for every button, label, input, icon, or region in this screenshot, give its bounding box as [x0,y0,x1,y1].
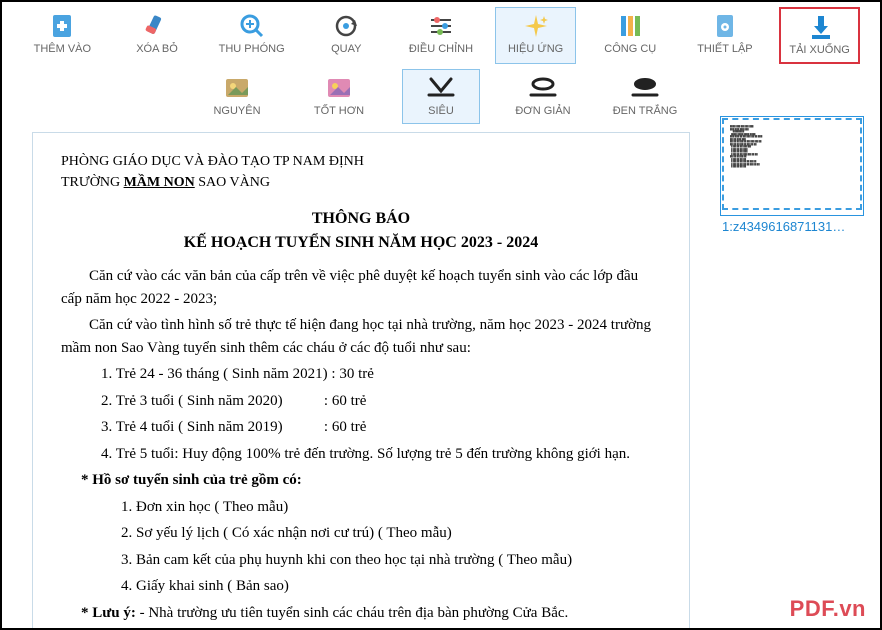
adjust-label: ĐIỀU CHỈNH [409,43,473,55]
sliders-icon [427,12,455,40]
rotate-label: QUAY [331,43,361,55]
doc-li1: 1. Trẻ 24 - 36 tháng ( Sinh năm 2021) : … [101,363,661,386]
watermark: PDF.vn [790,596,866,622]
doc-hs2: 2. Sơ yếu lý lịch ( Có xác nhận nơi cư t… [121,522,661,545]
doc-li3: 3. Trẻ 4 tuổi ( Sinh năm 2019) : 60 trẻ [101,416,661,439]
scanner-bw-icon [631,74,659,102]
doc-hs3: 3. Bản cam kết của phụ huynh khi con the… [121,549,661,572]
page-thumbnail[interactable]: ████ ███ ██ ███ ██████ ███ ███ ███ █████… [722,118,862,210]
scanner-simple-icon [529,74,557,102]
doc-li4: 4. Trẻ 5 tuổi: Huy động 100% trẻ đến trư… [101,443,661,466]
doc-header2-post: SAO VÀNG [195,175,270,190]
doc-p2: Căn cứ vào tình hình số trẻ thực tế hiện… [61,314,661,359]
doc-li2: 2. Trẻ 3 tuổi ( Sinh năm 2020) : 60 trẻ [101,390,661,413]
thumbnail-label: 1:z4349616871131… [722,219,862,234]
doc-title-block: THÔNG BÁO KẾ HOẠCH TUYỂN SINH NĂM HỌC 20… [61,207,661,255]
gear-page-icon [711,12,739,40]
toolbar-row-primary: THÊM VÀO XÓA BỎ THU PHÓNG QUAY [2,2,880,64]
add-button[interactable]: THÊM VÀO [22,7,103,64]
doc-hs1: 1. Đơn xin học ( Theo mẫu) [121,496,661,519]
plus-page-icon [48,12,76,40]
zoom-button[interactable]: THU PHÓNG [211,7,292,64]
setup-button[interactable]: THIẾT LẬP [685,7,766,64]
remove-label: XÓA BỎ [136,43,178,55]
tools-label: CÔNG CỤ [604,43,656,55]
zoom-label: THU PHÓNG [219,43,285,55]
page-thumbnail-wrapper[interactable]: ████ ███ ██ ███ ██████ ███ ███ ███ █████… [720,116,864,216]
effects-label: HIỆU ỨNG [508,43,563,55]
doc-hs-title: * Hồ sơ tuyển sinh của trẻ gồm có: [81,469,661,492]
rotate-icon [332,12,360,40]
doc-hs4: 4. Giấy khai sinh ( Bản sao) [121,575,661,598]
scanner-icon [427,74,455,102]
eraser-icon [143,12,171,40]
magnifier-plus-icon [238,12,266,40]
tools-button[interactable]: CÔNG CỤ [590,7,671,64]
adjust-button[interactable]: ĐIỀU CHỈNH [401,7,482,64]
thumbnail-preview: ████ ███ ██ ███ ██████ ███ ███ ███ █████… [730,126,854,169]
doc-title2: KẾ HOẠCH TUYỂN SINH NĂM HỌC 2023 - 2024 [61,231,661,255]
download-button[interactable]: TẢI XUỐNG [779,7,860,64]
rotate-button[interactable]: QUAY [306,7,387,64]
doc-note-line: * Lưu ý: - Nhà trường ưu tiên tuyển sinh… [81,602,661,625]
sparkle-icon [522,12,550,40]
document-area: PHÒNG GIÁO DỤC VÀ ĐÀO TẠO TP NAM ĐỊNH TR… [2,112,720,628]
page-sidebar: ████ ███ ██ ███ ██████ ███ ███ ███ █████… [720,112,880,628]
download-label: TẢI XUỐNG [789,44,850,56]
image-enhanced-icon [325,74,353,102]
remove-button[interactable]: XÓA BỎ [117,7,198,64]
doc-note1: - Nhà trường ưu tiên tuyển sinh các cháu… [136,605,568,621]
doc-p1: Căn cứ vào các văn bản của cấp trên về v… [61,265,661,310]
add-label: THÊM VÀO [34,43,91,55]
doc-header-line2: TRƯỜNG MẦM NON SAO VÀNG [61,172,661,193]
main-area: PHÒNG GIÁO DỤC VÀ ĐÀO TẠO TP NAM ĐỊNH TR… [2,112,880,628]
setup-label: THIẾT LẬP [697,43,752,55]
effects-button[interactable]: HIỆU ỨNG [495,7,576,64]
image-icon [223,74,251,102]
doc-header: PHÒNG GIÁO DỤC VÀ ĐÀO TẠO TP NAM ĐỊNH TR… [61,151,661,193]
doc-header2-u: MẦM NON [124,175,195,190]
doc-note-label: * Lưu ý: [81,605,136,621]
doc-title1: THÔNG BÁO [61,207,661,231]
main-toolbar: THÊM VÀO XÓA BỎ THU PHÓNG QUAY [2,2,880,128]
download-icon [806,13,834,41]
tools-icon [616,12,644,40]
doc-header2-pre: TRƯỜNG [61,175,124,190]
document-page[interactable]: PHÒNG GIÁO DỤC VÀ ĐÀO TẠO TP NAM ĐỊNH TR… [32,132,690,628]
doc-header-line1: PHÒNG GIÁO DỤC VÀ ĐÀO TẠO TP NAM ĐỊNH [61,151,661,172]
